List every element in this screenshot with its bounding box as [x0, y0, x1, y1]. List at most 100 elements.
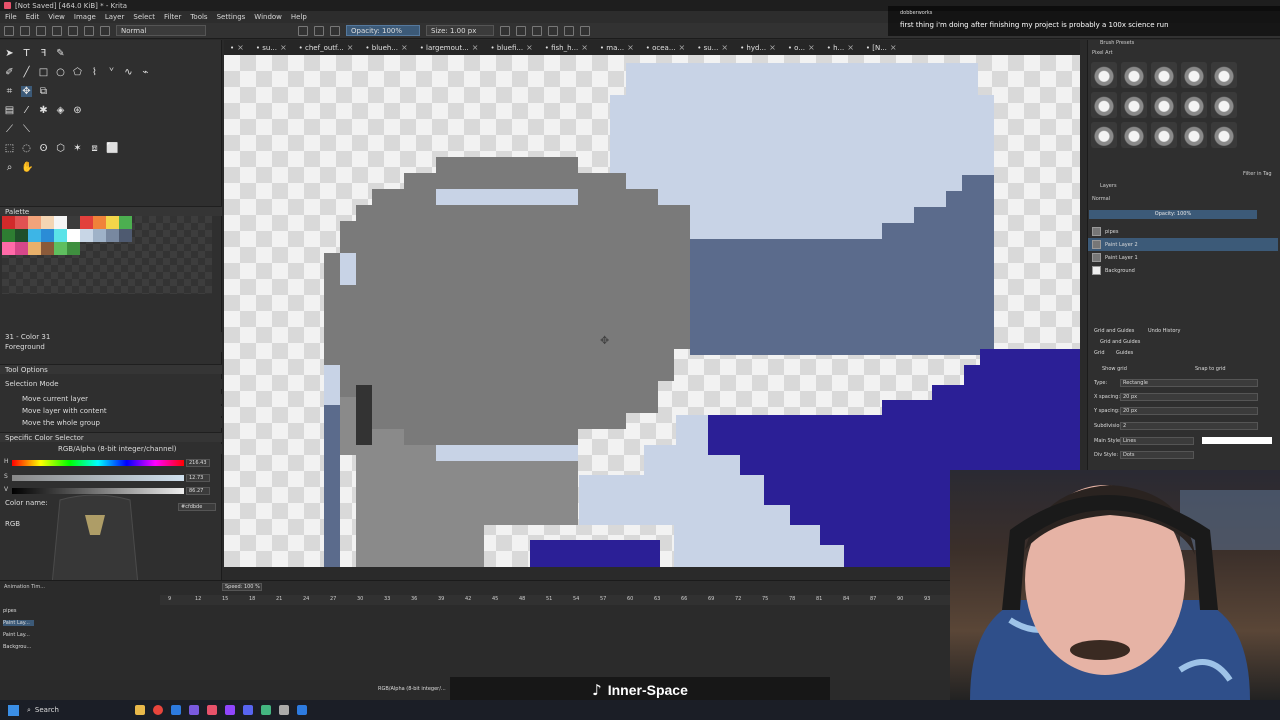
twitch-icon[interactable] — [225, 705, 235, 715]
close-icon[interactable]: × — [347, 43, 354, 52]
palette-swatch[interactable] — [80, 229, 93, 242]
move-whole-group-radio[interactable]: Move the whole group — [0, 418, 222, 428]
pattern-icon[interactable] — [68, 25, 78, 36]
edit-shapes-icon[interactable]: ✎ — [55, 48, 66, 59]
colorize-mask-icon[interactable]: ✱ — [38, 105, 49, 116]
new-document-icon[interactable] — [4, 25, 14, 36]
select-shapes-icon[interactable]: ➤ — [4, 48, 15, 59]
palette-swatch[interactable] — [41, 216, 54, 229]
calligraphy-icon[interactable]: ꟻ — [38, 48, 49, 59]
brush-preset-thumb[interactable] — [1211, 122, 1237, 148]
timeline-layer[interactable]: Backgrou... — [3, 644, 31, 650]
palette-swatch[interactable] — [2, 242, 15, 255]
layer-row[interactable]: Paint Layer 2 — [1088, 238, 1278, 251]
menu-help[interactable]: Help — [291, 13, 307, 21]
grid-type-select[interactable]: Rectangle — [1120, 379, 1258, 387]
move-layer-with-content-radio[interactable]: Move layer with content — [0, 406, 222, 416]
close-icon[interactable]: × — [890, 43, 897, 52]
hue-value[interactable]: 216.43 — [186, 459, 210, 467]
mirror-vertical-icon[interactable] — [516, 25, 526, 36]
palette-swatch[interactable] — [28, 242, 41, 255]
palette-swatch[interactable] — [106, 216, 119, 229]
workspace-icon[interactable] — [548, 25, 558, 36]
brush-preset-thumb[interactable] — [1181, 92, 1207, 118]
layer-row[interactable]: pipes — [1088, 225, 1278, 238]
guides-subtab[interactable]: Guides — [1116, 350, 1133, 356]
gradient-tool-icon[interactable]: ▤ — [4, 105, 15, 116]
close-icon[interactable]: × — [847, 43, 854, 52]
layer-blend-select[interactable]: Normal — [1092, 196, 1110, 202]
close-icon[interactable]: × — [808, 43, 815, 52]
file-explorer-icon[interactable] — [135, 705, 145, 715]
fill-tool-icon[interactable]: ◈ — [55, 105, 66, 116]
timeline-layer[interactable]: Paint Lay... — [3, 632, 30, 638]
krita-task-icon[interactable] — [207, 705, 217, 715]
menu-select[interactable]: Select — [133, 13, 155, 21]
brush-preset-thumb[interactable] — [1091, 92, 1117, 118]
close-icon[interactable]: × — [679, 43, 686, 52]
value-value[interactable]: 86.27 — [186, 487, 210, 495]
document-tab[interactable]: • ocea... × — [640, 40, 691, 55]
y-spacing-field[interactable]: 20 px — [1120, 407, 1258, 415]
document-tab[interactable]: • × — [224, 40, 250, 55]
blend-mode-select[interactable]: Normal — [116, 25, 206, 36]
main-style-select[interactable]: Lines — [1120, 437, 1194, 445]
menu-edit[interactable]: Edit — [26, 13, 40, 21]
ellipse-select-icon[interactable]: ◌ — [21, 143, 32, 154]
line-tool-icon[interactable]: ╱ — [21, 67, 32, 78]
subdivision-field[interactable]: 2 — [1120, 422, 1258, 430]
discord-icon[interactable] — [243, 705, 253, 715]
brush-size-slider[interactable]: Size: 1.00 px — [426, 25, 494, 36]
reload-preset-icon[interactable] — [330, 25, 340, 36]
rect-select-icon[interactable]: ⬚ — [4, 143, 15, 154]
frame-ruler[interactable]: 9 12 15 18 21 24 27 30 33 36 39 42 45 48 51 54 57 60 63 66 6… — [160, 595, 950, 605]
timeline-layer[interactable]: Paint Lay... — [3, 620, 34, 626]
bezier-tool-icon[interactable]: ᘁ — [106, 67, 117, 78]
document-tab[interactable]: • bluefi... × — [484, 40, 538, 55]
preserve-alpha-icon[interactable] — [314, 25, 324, 36]
document-tab[interactable]: • su... × — [691, 40, 734, 55]
menu-window[interactable]: Window — [254, 13, 282, 21]
saturation-slider[interactable] — [12, 475, 184, 481]
wrap-around-icon[interactable] — [532, 25, 542, 36]
document-tab[interactable]: • largemout... × — [414, 40, 485, 55]
grid-guides-tab[interactable]: Grid and Guides — [1094, 328, 1134, 334]
palette-swatch[interactable] — [54, 216, 67, 229]
menu-settings[interactable]: Settings — [217, 13, 246, 21]
palette-swatch[interactable] — [67, 216, 80, 229]
palette-swatch[interactable] — [119, 216, 132, 229]
document-tab[interactable]: • h... × — [821, 40, 860, 55]
hex-field[interactable]: #cfdbde — [178, 503, 216, 511]
close-icon[interactable]: × — [581, 43, 588, 52]
transform-tool-icon[interactable]: ⧉ — [38, 86, 49, 97]
grid-subtab[interactable]: Grid — [1094, 350, 1105, 356]
main-color-swatch[interactable] — [1202, 437, 1272, 444]
document-tab[interactable]: • hyd... × — [734, 40, 782, 55]
brush-preset-thumb[interactable] — [1181, 122, 1207, 148]
brush-preset-thumb[interactable] — [1181, 62, 1207, 88]
app-icon[interactable] — [297, 705, 307, 715]
brush-tool-icon[interactable]: ✐ — [4, 67, 15, 78]
palette-swatch[interactable] — [15, 242, 28, 255]
palette-swatch[interactable] — [54, 229, 67, 242]
bezier-select-icon[interactable]: ⬜ — [106, 143, 118, 154]
redo-icon[interactable] — [580, 25, 590, 36]
move-current-layer-radio[interactable]: Move current layer — [0, 394, 222, 404]
brush-preset-thumb[interactable] — [1121, 62, 1147, 88]
app-icon[interactable] — [189, 705, 199, 715]
menu-layer[interactable]: Layer — [105, 13, 125, 21]
brush-preset-thumb[interactable] — [1121, 92, 1147, 118]
brush-preset-thumb[interactable] — [1091, 62, 1117, 88]
polyline-tool-icon[interactable]: ⌇ — [89, 67, 100, 78]
measure-tool-icon[interactable]: ⟋ — [4, 124, 15, 135]
div-style-select[interactable]: Dots — [1120, 451, 1194, 459]
close-icon[interactable]: × — [401, 43, 408, 52]
reference-tool-icon[interactable]: ⟍ — [21, 124, 32, 135]
freehand-path-icon[interactable]: ∿ — [123, 67, 134, 78]
brush-preset-thumb[interactable] — [1121, 122, 1147, 148]
app-icon[interactable] — [171, 705, 181, 715]
palette-swatch[interactable] — [80, 216, 93, 229]
close-icon[interactable]: × — [769, 43, 776, 52]
close-icon[interactable]: × — [472, 43, 479, 52]
chrome-icon[interactable] — [153, 705, 163, 715]
